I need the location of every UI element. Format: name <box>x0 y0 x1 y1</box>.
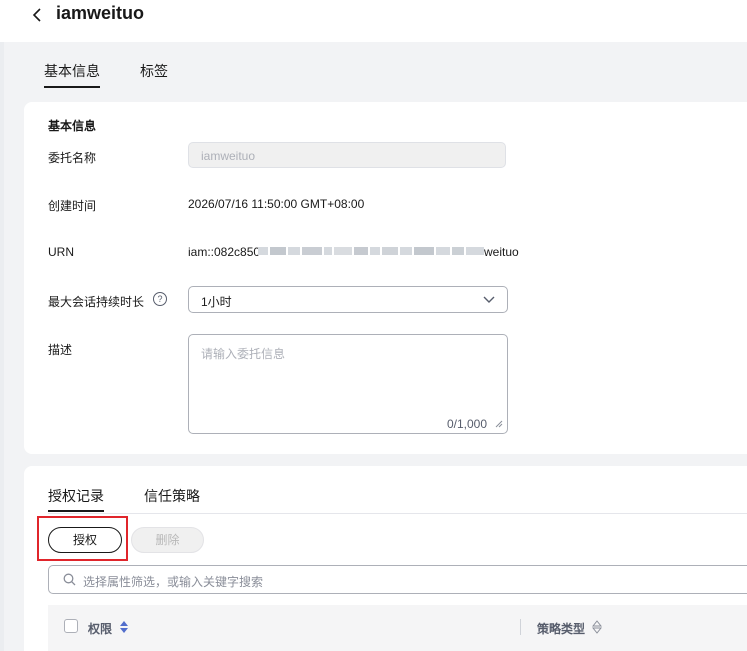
urn-redacted <box>258 244 484 258</box>
active-subtab-indicator <box>48 510 104 512</box>
session-duration-label: 最大会话持续时长 <box>48 295 145 309</box>
created-time-value: 2026/07/16 11:50:00 GMT+08:00 <box>188 197 365 211</box>
search-input[interactable]: 选择属性筛选，或输入关键字搜索 <box>48 565 747 594</box>
column-divider <box>520 619 521 635</box>
resize-handle-icon[interactable] <box>495 420 503 428</box>
page-title: iamweituo <box>56 3 145 23</box>
active-tab-indicator <box>44 86 100 88</box>
agency-name-field: iamweituo <box>188 142 506 168</box>
tab-bar: 基本信息 标签 <box>0 42 747 100</box>
column-policy-type: 策略类型 <box>537 622 586 636</box>
description-textarea[interactable]: 请输入委托信息 0/1,000 <box>188 334 508 434</box>
tab-tags[interactable]: 标签 <box>140 61 168 81</box>
sort-icon[interactable] <box>592 619 602 635</box>
table-header: 权限 策略类型 <box>48 605 747 651</box>
urn-label: URN <box>48 245 74 259</box>
column-permission: 权限 <box>88 622 113 636</box>
created-time-label: 创建时间 <box>48 199 97 213</box>
tab-authorization-records[interactable]: 授权记录 <box>48 486 104 506</box>
chevron-down-icon <box>483 296 495 303</box>
character-count: 0/1,000 <box>446 417 487 431</box>
search-icon <box>63 573 76 586</box>
delete-button: 删除 <box>131 527 204 553</box>
session-duration-select[interactable]: 1小时 <box>188 286 508 313</box>
help-icon[interactable]: ? <box>153 292 167 306</box>
urn-suffix: weituo <box>484 245 519 259</box>
select-all-checkbox[interactable] <box>64 619 78 633</box>
tab-basic-info[interactable]: 基本信息 <box>44 61 100 81</box>
page-header: iamweituo <box>0 0 747 42</box>
description-label: 描述 <box>48 343 73 357</box>
tab-trust-policy[interactable]: 信任策略 <box>144 486 200 506</box>
search-placeholder: 选择属性筛选，或输入关键字搜索 <box>83 575 264 589</box>
session-duration-value: 1小时 <box>201 295 232 309</box>
back-arrow-icon[interactable] <box>30 6 44 24</box>
description-placeholder: 请输入委托信息 <box>201 347 286 361</box>
sort-icon[interactable] <box>119 619 129 635</box>
name-label: 委托名称 <box>48 151 97 165</box>
subtab-divider <box>48 513 747 514</box>
left-edge <box>0 42 4 651</box>
grant-button[interactable]: 授权 <box>48 527 122 553</box>
section-title: 基本信息 <box>48 119 97 133</box>
urn-prefix: iam::082c850 <box>188 245 261 259</box>
